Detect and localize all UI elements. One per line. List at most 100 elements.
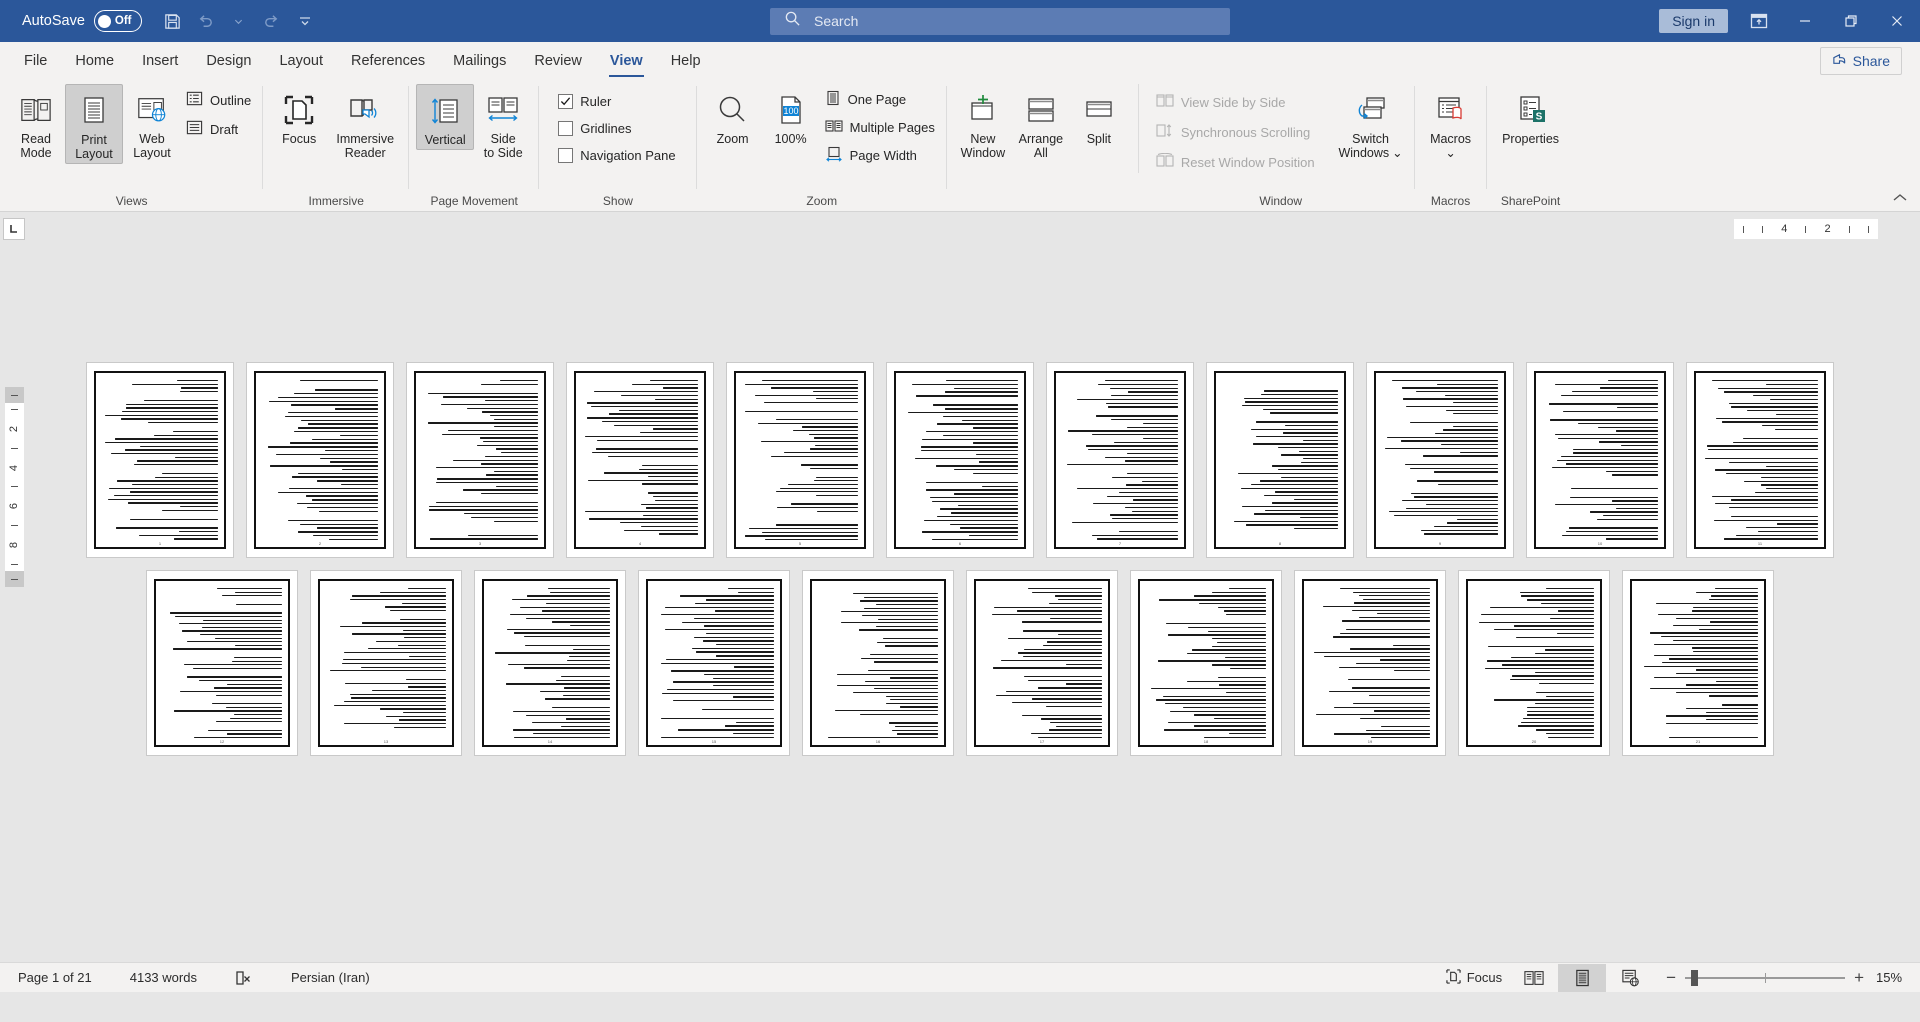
- one-page-button[interactable]: One Page: [820, 88, 940, 111]
- minimize-icon[interactable]: [1782, 0, 1828, 42]
- focus-button[interactable]: Focus: [270, 84, 328, 148]
- tab-review[interactable]: Review: [520, 42, 596, 80]
- page-thumbnail[interactable]: 2: [246, 362, 394, 558]
- text-line: [428, 505, 538, 508]
- text-line: [235, 644, 282, 647]
- autosave-control[interactable]: AutoSave Off: [22, 10, 142, 32]
- ruler-checkbox[interactable]: Ruler: [553, 92, 680, 111]
- side-to-side-button[interactable]: Side to Side: [474, 84, 532, 162]
- text-line: [801, 464, 858, 466]
- immersive-reader-button[interactable]: Immersive Reader: [328, 84, 402, 162]
- zoom-100-button[interactable]: 100 100%: [762, 84, 820, 148]
- text-line: [1263, 390, 1338, 392]
- ribbon-display-options-icon[interactable]: [1736, 0, 1782, 42]
- text-line: [1557, 459, 1658, 461]
- print-layout-view-button[interactable]: [1558, 963, 1607, 992]
- page-thumbnail[interactable]: 11: [1686, 362, 1834, 558]
- page-thumbnail[interactable]: 20: [1458, 570, 1610, 756]
- page-thumbnail[interactable]: 1: [86, 362, 234, 558]
- tab-stop-selector[interactable]: [3, 218, 25, 240]
- macros-button[interactable]: Macros ⌄: [1422, 84, 1480, 162]
- multiple-pages-button[interactable]: Multiple Pages: [820, 116, 940, 139]
- save-icon[interactable]: [158, 6, 188, 36]
- zoom-in-button[interactable]: +: [1854, 969, 1864, 986]
- page-thumbnail[interactable]: 4: [566, 362, 714, 558]
- page-thumbnail[interactable]: 9: [1366, 362, 1514, 558]
- page-thumbnail[interactable]: 14: [474, 570, 626, 756]
- page-thumbnail[interactable]: 3: [406, 362, 554, 558]
- page-content: [1534, 371, 1666, 549]
- close-icon[interactable]: [1874, 0, 1920, 42]
- read-mode-button[interactable]: Read Mode: [7, 84, 65, 162]
- zoom-slider-track[interactable]: [1685, 969, 1846, 986]
- switch-windows-dropdown-icon[interactable]: ⌄: [1392, 146, 1402, 160]
- tab-file[interactable]: File: [10, 42, 61, 80]
- web-layout-view-button[interactable]: [1606, 964, 1654, 992]
- tab-references[interactable]: References: [337, 42, 439, 80]
- new-window-button[interactable]: New Window: [954, 84, 1012, 162]
- text-line: [216, 721, 282, 723]
- page-thumbnail[interactable]: 12: [146, 570, 298, 756]
- text-line: [1118, 530, 1178, 533]
- properties-button[interactable]: S Properties: [1494, 84, 1568, 148]
- tab-insert[interactable]: Insert: [128, 42, 192, 80]
- switch-windows-label-2: Windows: [1338, 146, 1390, 160]
- read-mode-icon: [20, 88, 52, 132]
- tab-design[interactable]: Design: [192, 42, 265, 80]
- undo-icon[interactable]: [191, 6, 221, 36]
- page-thumbnail[interactable]: 10: [1526, 362, 1674, 558]
- restore-icon[interactable]: [1828, 0, 1874, 42]
- page-thumbnail[interactable]: 7: [1046, 362, 1194, 558]
- sign-in-button[interactable]: Sign in: [1659, 9, 1728, 33]
- undo-dropdown-icon[interactable]: [224, 6, 254, 36]
- focus-mode-button[interactable]: Focus: [1438, 966, 1510, 990]
- text-line: [1092, 434, 1178, 436]
- arrange-all-button[interactable]: Arrange All: [1012, 84, 1070, 162]
- print-layout-button[interactable]: Print Layout: [65, 84, 123, 164]
- zoom-slider-thumb[interactable]: [1691, 969, 1699, 986]
- page-thumbnail[interactable]: 18: [1130, 570, 1282, 756]
- switch-windows-button[interactable]: Switch Windows ⌄: [1334, 84, 1408, 162]
- zoom-out-button[interactable]: −: [1666, 969, 1676, 986]
- tab-view[interactable]: View: [596, 42, 657, 80]
- word-count[interactable]: 4133 words: [122, 967, 205, 988]
- search-box[interactable]: Search: [770, 7, 1230, 35]
- page-thumbnail[interactable]: 21: [1622, 570, 1774, 756]
- macros-dropdown-icon[interactable]: ⌄: [1445, 146, 1455, 160]
- draft-button[interactable]: Draft: [181, 117, 256, 141]
- text-line: [816, 398, 858, 400]
- page-thumbnail[interactable]: 5: [726, 362, 874, 558]
- page-indicator[interactable]: Page 1 of 21: [10, 967, 100, 988]
- page-thumbnail[interactable]: 8: [1206, 362, 1354, 558]
- page-thumbnail[interactable]: 15: [638, 570, 790, 756]
- language-indicator[interactable]: Persian (Iran): [283, 967, 378, 988]
- autosave-toggle[interactable]: Off: [93, 10, 142, 32]
- page-thumbnail[interactable]: 6: [886, 362, 1034, 558]
- vertical-button[interactable]: Vertical: [416, 84, 475, 150]
- proofing-errors-icon[interactable]: [227, 967, 261, 989]
- zoom-slider[interactable]: − +: [1666, 969, 1864, 986]
- share-button[interactable]: Share: [1819, 47, 1902, 75]
- tab-home[interactable]: Home: [61, 42, 128, 80]
- zoom-level-label[interactable]: 15%: [1876, 970, 1910, 985]
- split-button[interactable]: Split: [1070, 84, 1128, 148]
- collapse-ribbon-button[interactable]: [1892, 192, 1908, 207]
- text-line: [1066, 464, 1178, 466]
- tab-help[interactable]: Help: [657, 42, 715, 80]
- horizontal-ruler[interactable]: 4 2: [1734, 219, 1878, 239]
- navigation-pane-checkbox[interactable]: Navigation Pane: [553, 146, 680, 165]
- web-layout-button[interactable]: Web Layout: [123, 84, 181, 162]
- read-mode-view-button[interactable]: [1510, 964, 1558, 992]
- page-thumbnail[interactable]: 17: [966, 570, 1118, 756]
- zoom-button[interactable]: Zoom: [704, 84, 762, 148]
- redo-icon[interactable]: [257, 6, 287, 36]
- page-width-button[interactable]: Page Width: [820, 144, 940, 167]
- outline-button[interactable]: Outline: [181, 88, 256, 112]
- tab-layout[interactable]: Layout: [265, 42, 337, 80]
- page-thumbnail[interactable]: 13: [310, 570, 462, 756]
- tab-mailings[interactable]: Mailings: [439, 42, 520, 80]
- customize-qat-icon[interactable]: [290, 6, 320, 36]
- page-thumbnail[interactable]: 19: [1294, 570, 1446, 756]
- gridlines-checkbox[interactable]: Gridlines: [553, 119, 680, 138]
- page-thumbnail[interactable]: 16: [802, 570, 954, 756]
